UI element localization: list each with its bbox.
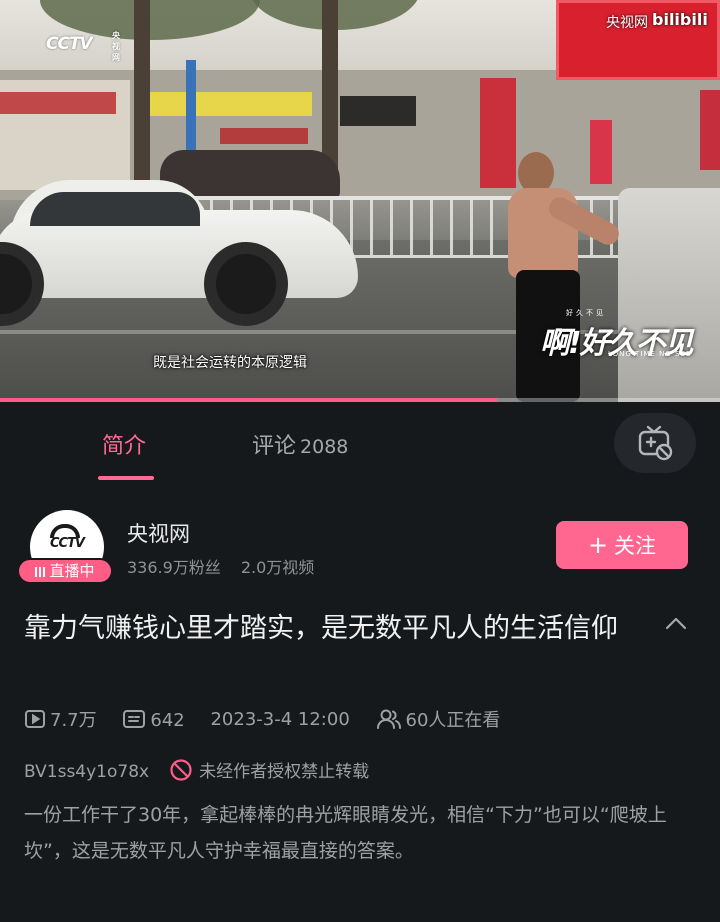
video-scene-sign [340, 96, 416, 126]
follow-button[interactable]: + 关注 [556, 521, 688, 569]
tab-intro-label: 简介 [102, 434, 147, 459]
no-repost-notice: 未经作者授权禁止转载 [169, 759, 370, 782]
live-badge-label: 直播中 [49, 562, 95, 580]
follow-plus-icon: + [587, 531, 609, 559]
uploader-name[interactable]: 央视网 [127, 518, 190, 548]
video-description: 一份工作干了30年，拿起棒棒的冉光辉眼睛发光，相信“下力”也可以“爬坡上坎”，这… [24, 804, 667, 862]
publish-date: 2023-3-4 12:00 [210, 708, 350, 730]
cctv-watermark: CCTV 央视网 [46, 31, 120, 62]
play-count-icon [25, 710, 45, 728]
avatar-logo: CCTV [49, 536, 85, 551]
watching-icon [376, 709, 401, 729]
bilibili-watermark: bilibili [652, 10, 708, 29]
overlay-subtext: LONG TIME NO SEE [608, 350, 692, 358]
tab-intro[interactable]: 简介 [102, 428, 146, 460]
chevron-up-icon[interactable] [664, 612, 688, 636]
uploader-followers: 336.9万粉丝 [127, 558, 221, 577]
video-subtitle: 既是社会运转的本原逻辑 [153, 355, 307, 371]
danmaku-count: 642 [122, 708, 185, 731]
no-repost-text: 未经作者授权禁止转载 [199, 762, 370, 782]
tab-active-indicator [98, 476, 154, 480]
overlay-top-text: 好久不见 [566, 309, 606, 317]
tab-comments[interactable]: 评论 2088 [252, 428, 348, 460]
site-watermark: 央视网 [606, 15, 648, 31]
watching-now-value: 60人正在看 [405, 710, 501, 731]
video-scene-tree-trunk [134, 0, 150, 190]
video-scene-sign [146, 92, 312, 116]
danmaku-count-value: 642 [150, 709, 185, 731]
danmaku-icon [123, 709, 146, 728]
no-repost-icon [170, 759, 192, 781]
play-count: 7.7万 [24, 706, 97, 732]
bvid-row: BV1ss4y1o78x 未经作者授权禁止转载 [24, 757, 369, 782]
video-scene-sign [0, 92, 116, 114]
video-scene-porter [508, 152, 623, 402]
video-scene-banner [700, 90, 720, 170]
car-wheel [204, 242, 288, 326]
live-bars-icon [35, 567, 46, 577]
tab-comments-count: 2088 [300, 436, 349, 458]
bvid[interactable]: BV1ss4y1o78x [24, 762, 149, 782]
car-window [30, 192, 200, 226]
video-scene-pole [186, 60, 196, 160]
video-scene-bin [618, 188, 720, 402]
live-badge[interactable]: 直播中 [17, 558, 113, 584]
tab-bar: 简介 评论 2088 [0, 402, 720, 488]
video-player[interactable]: CCTV 央视网 央视网 bilibili 好久不见 啊!好久不见 LONG TI… [0, 0, 720, 402]
uploader-video-count: 2.0万视频 [240, 558, 315, 577]
watching-now: 60人正在看 [376, 706, 501, 732]
video-meta-row: 7.7万 642 2023-3-4 12:00 60人正在看 [24, 706, 520, 736]
tab-comments-label: 评论 [252, 434, 297, 459]
video-scene-white-car [0, 180, 358, 326]
play-count-value: 7.7万 [50, 710, 97, 731]
video-scene-sign [220, 128, 308, 144]
tv-cast-button[interactable] [614, 413, 696, 473]
video-title: 靠力气赚钱心里才踏实，是无数平凡人的生活信仰 [24, 613, 618, 644]
follow-label: 关注 [614, 534, 657, 558]
uploader-stats: 336.9万粉丝 2.0万视频 [127, 554, 314, 578]
cctv-watermark-text: CCTV [46, 34, 93, 54]
tv-icon [638, 425, 673, 461]
cctv-watermark-small: 央视网 [112, 31, 120, 62]
